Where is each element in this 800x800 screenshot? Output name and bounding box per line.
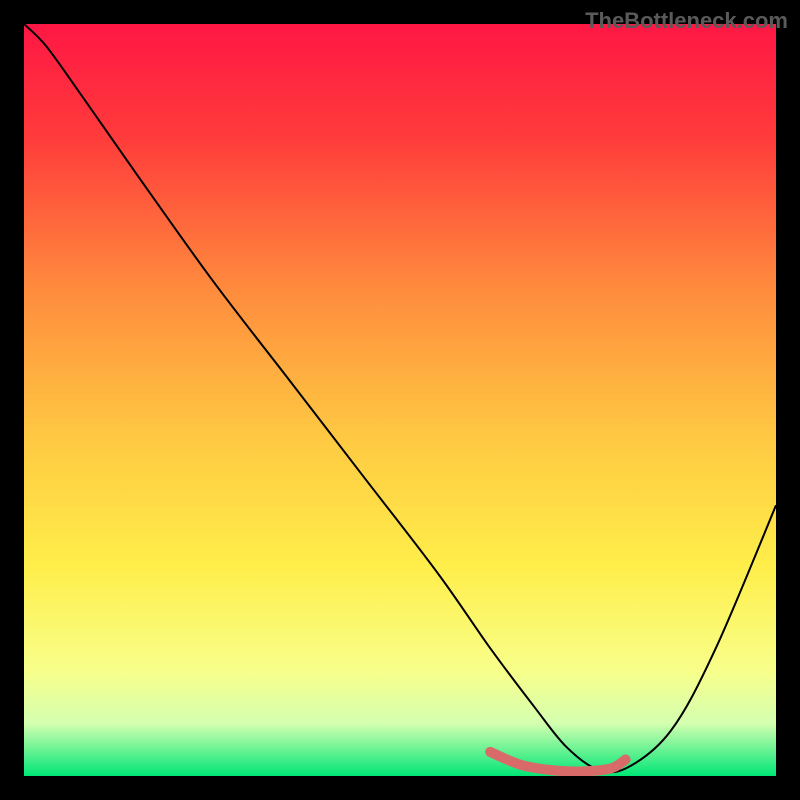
- chart-container: TheBottleneck.com: [0, 0, 800, 800]
- gradient-background: [24, 24, 776, 776]
- chart-svg: [24, 24, 776, 776]
- watermark-text: TheBottleneck.com: [585, 8, 788, 34]
- plot-area: [24, 24, 776, 776]
